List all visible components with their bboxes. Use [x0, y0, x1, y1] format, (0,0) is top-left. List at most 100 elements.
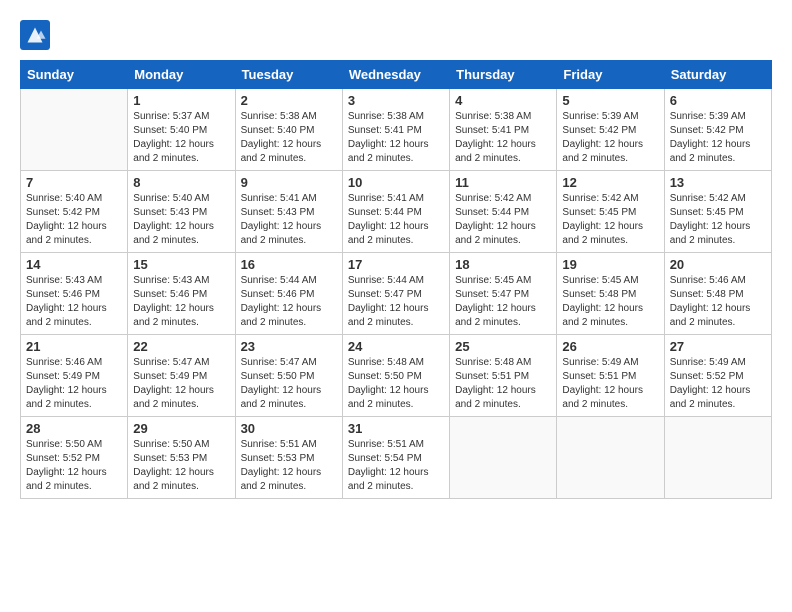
day-info: Sunrise: 5:42 AMSunset: 5:45 PMDaylight:… — [670, 192, 766, 248]
calendar-cell: 22 Sunrise: 5:47 AMSunset: 5:49 PMDayligh… — [128, 335, 235, 417]
calendar-cell: 8 Sunrise: 5:40 AMSunset: 5:43 PMDaylight… — [128, 171, 235, 253]
calendar-cell: 29 Sunrise: 5:50 AMSunset: 5:53 PMDayligh… — [128, 417, 235, 499]
calendar-cell — [664, 417, 771, 499]
logo-icon — [20, 20, 50, 50]
day-number: 8 — [133, 175, 229, 190]
day-info: Sunrise: 5:41 AMSunset: 5:43 PMDaylight:… — [241, 192, 337, 248]
day-number: 5 — [562, 93, 658, 108]
day-number: 9 — [241, 175, 337, 190]
day-number: 12 — [562, 175, 658, 190]
calendar-cell: 5 Sunrise: 5:39 AMSunset: 5:42 PMDaylight… — [557, 89, 664, 171]
calendar-cell: 27 Sunrise: 5:49 AMSunset: 5:52 PMDayligh… — [664, 335, 771, 417]
day-info: Sunrise: 5:45 AMSunset: 5:47 PMDaylight:… — [455, 274, 551, 330]
day-number: 2 — [241, 93, 337, 108]
calendar-week-row: 14 Sunrise: 5:43 AMSunset: 5:46 PMDayligh… — [21, 253, 772, 335]
day-number: 1 — [133, 93, 229, 108]
day-info: Sunrise: 5:38 AMSunset: 5:40 PMDaylight:… — [241, 110, 337, 166]
day-info: Sunrise: 5:47 AMSunset: 5:49 PMDaylight:… — [133, 356, 229, 412]
day-number: 30 — [241, 421, 337, 436]
page-header — [20, 20, 772, 50]
calendar-cell: 28 Sunrise: 5:50 AMSunset: 5:52 PMDayligh… — [21, 417, 128, 499]
day-info: Sunrise: 5:42 AMSunset: 5:44 PMDaylight:… — [455, 192, 551, 248]
day-number: 25 — [455, 339, 551, 354]
calendar-cell: 17 Sunrise: 5:44 AMSunset: 5:47 PMDayligh… — [342, 253, 449, 335]
day-number: 11 — [455, 175, 551, 190]
day-info: Sunrise: 5:38 AMSunset: 5:41 PMDaylight:… — [348, 110, 444, 166]
day-info: Sunrise: 5:45 AMSunset: 5:48 PMDaylight:… — [562, 274, 658, 330]
calendar-cell: 13 Sunrise: 5:42 AMSunset: 5:45 PMDayligh… — [664, 171, 771, 253]
calendar-cell: 15Sunrise: 5:43 AMSunset: 5:46 PMDayligh… — [128, 253, 235, 335]
day-number: 18 — [455, 257, 551, 272]
calendar-cell: 25Sunrise: 5:48 AMSunset: 5:51 PMDayligh… — [450, 335, 557, 417]
calendar-cell: 16 Sunrise: 5:44 AMSunset: 5:46 PMDayligh… — [235, 253, 342, 335]
calendar-cell: 20 Sunrise: 5:46 AMSunset: 5:48 PMDayligh… — [664, 253, 771, 335]
calendar-cell: 21Sunrise: 5:46 AMSunset: 5:49 PMDayligh… — [21, 335, 128, 417]
calendar-cell: 3Sunrise: 5:38 AMSunset: 5:41 PMDaylight… — [342, 89, 449, 171]
day-number: 4 — [455, 93, 551, 108]
day-number: 23 — [241, 339, 337, 354]
day-info: Sunrise: 5:49 AMSunset: 5:52 PMDaylight:… — [670, 356, 766, 412]
day-info: Sunrise: 5:38 AMSunset: 5:41 PMDaylight:… — [455, 110, 551, 166]
day-info: Sunrise: 5:46 AMSunset: 5:48 PMDaylight:… — [670, 274, 766, 330]
calendar-cell: 7 Sunrise: 5:40 AMSunset: 5:42 PMDaylight… — [21, 171, 128, 253]
day-info: Sunrise: 5:43 AMSunset: 5:46 PMDaylight:… — [26, 274, 122, 330]
calendar-cell: 30 Sunrise: 5:51 AMSunset: 5:53 PMDayligh… — [235, 417, 342, 499]
calendar-week-row: 28 Sunrise: 5:50 AMSunset: 5:52 PMDayligh… — [21, 417, 772, 499]
calendar-cell: 2 Sunrise: 5:38 AMSunset: 5:40 PMDaylight… — [235, 89, 342, 171]
day-header-monday: Monday — [128, 61, 235, 89]
day-number: 16 — [241, 257, 337, 272]
calendar-cell: 12 Sunrise: 5:42 AMSunset: 5:45 PMDayligh… — [557, 171, 664, 253]
day-info: Sunrise: 5:39 AMSunset: 5:42 PMDaylight:… — [670, 110, 766, 166]
day-info: Sunrise: 5:50 AMSunset: 5:52 PMDaylight:… — [26, 438, 122, 494]
calendar-cell — [557, 417, 664, 499]
day-number: 20 — [670, 257, 766, 272]
calendar-cell: 1Sunrise: 5:37 AMSunset: 5:40 PMDaylight… — [128, 89, 235, 171]
day-info: Sunrise: 5:39 AMSunset: 5:42 PMDaylight:… — [562, 110, 658, 166]
day-header-thursday: Thursday — [450, 61, 557, 89]
day-info: Sunrise: 5:50 AMSunset: 5:53 PMDaylight:… — [133, 438, 229, 494]
day-info: Sunrise: 5:51 AMSunset: 5:53 PMDaylight:… — [241, 438, 337, 494]
day-info: Sunrise: 5:43 AMSunset: 5:46 PMDaylight:… — [133, 274, 229, 330]
day-number: 13 — [670, 175, 766, 190]
calendar-cell: 4 Sunrise: 5:38 AMSunset: 5:41 PMDaylight… — [450, 89, 557, 171]
day-number: 24 — [348, 339, 444, 354]
day-number: 31 — [348, 421, 444, 436]
day-header-saturday: Saturday — [664, 61, 771, 89]
day-header-tuesday: Tuesday — [235, 61, 342, 89]
calendar-cell: 10Sunrise: 5:41 AMSunset: 5:44 PMDayligh… — [342, 171, 449, 253]
day-number: 22 — [133, 339, 229, 354]
day-info: Sunrise: 5:49 AMSunset: 5:51 PMDaylight:… — [562, 356, 658, 412]
day-number: 17 — [348, 257, 444, 272]
day-number: 28 — [26, 421, 122, 436]
calendar-cell: 19Sunrise: 5:45 AMSunset: 5:48 PMDayligh… — [557, 253, 664, 335]
calendar-table: SundayMondayTuesdayWednesdayThursdayFrid… — [20, 60, 772, 499]
logo — [20, 20, 54, 50]
calendar-cell — [450, 417, 557, 499]
day-info: Sunrise: 5:48 AMSunset: 5:50 PMDaylight:… — [348, 356, 444, 412]
day-number: 10 — [348, 175, 444, 190]
day-info: Sunrise: 5:47 AMSunset: 5:50 PMDaylight:… — [241, 356, 337, 412]
calendar-cell: 18 Sunrise: 5:45 AMSunset: 5:47 PMDayligh… — [450, 253, 557, 335]
day-number: 7 — [26, 175, 122, 190]
day-number: 14 — [26, 257, 122, 272]
day-number: 26 — [562, 339, 658, 354]
calendar-cell: 23 Sunrise: 5:47 AMSunset: 5:50 PMDayligh… — [235, 335, 342, 417]
calendar-cell: 14 Sunrise: 5:43 AMSunset: 5:46 PMDayligh… — [21, 253, 128, 335]
day-info: Sunrise: 5:44 AMSunset: 5:46 PMDaylight:… — [241, 274, 337, 330]
day-number: 27 — [670, 339, 766, 354]
calendar-cell: 26 Sunrise: 5:49 AMSunset: 5:51 PMDayligh… — [557, 335, 664, 417]
day-header-sunday: Sunday — [21, 61, 128, 89]
day-number: 21 — [26, 339, 122, 354]
calendar-week-row: 1Sunrise: 5:37 AMSunset: 5:40 PMDaylight… — [21, 89, 772, 171]
day-info: Sunrise: 5:40 AMSunset: 5:42 PMDaylight:… — [26, 192, 122, 248]
calendar-header-row: SundayMondayTuesdayWednesdayThursdayFrid… — [21, 61, 772, 89]
day-info: Sunrise: 5:42 AMSunset: 5:45 PMDaylight:… — [562, 192, 658, 248]
calendar-cell: 9 Sunrise: 5:41 AMSunset: 5:43 PMDaylight… — [235, 171, 342, 253]
calendar-cell — [21, 89, 128, 171]
day-info: Sunrise: 5:40 AMSunset: 5:43 PMDaylight:… — [133, 192, 229, 248]
calendar-week-row: 7 Sunrise: 5:40 AMSunset: 5:42 PMDaylight… — [21, 171, 772, 253]
day-info: Sunrise: 5:44 AMSunset: 5:47 PMDaylight:… — [348, 274, 444, 330]
calendar-cell: 31Sunrise: 5:51 AMSunset: 5:54 PMDayligh… — [342, 417, 449, 499]
day-number: 29 — [133, 421, 229, 436]
day-number: 6 — [670, 93, 766, 108]
